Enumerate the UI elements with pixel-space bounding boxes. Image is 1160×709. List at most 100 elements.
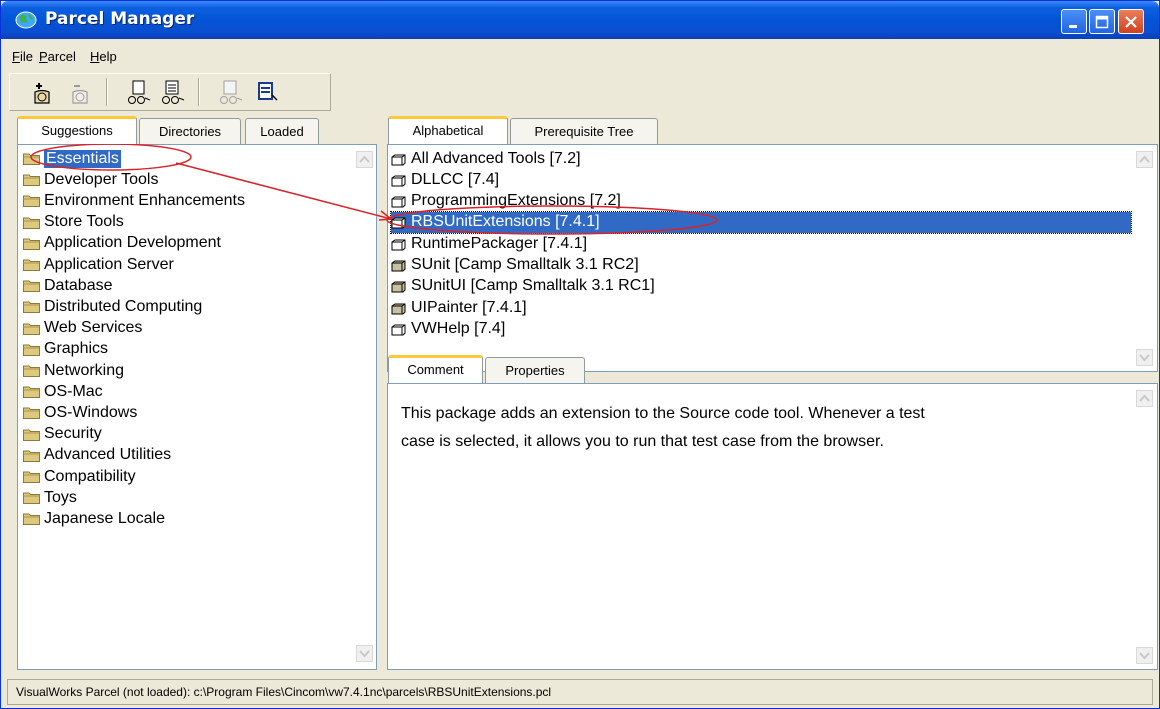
- parcel-icon: [391, 217, 406, 229]
- prerequisites-icon[interactable]: [216, 78, 246, 106]
- folder-icon: [23, 365, 40, 377]
- window-title: Parcel Manager: [45, 9, 195, 29]
- toolbar-separator: [106, 78, 108, 106]
- category-label: Distributed Computing: [44, 297, 203, 315]
- category-label: Graphics: [44, 340, 109, 358]
- load-parcel-icon[interactable]: [28, 78, 58, 106]
- menu-help[interactable]: Help: [90, 49, 117, 64]
- scroll-up-icon[interactable]: [356, 151, 373, 168]
- parcel-label: SUnitUI [Camp Smalltalk 3.1 RC1]: [411, 277, 655, 295]
- category-item[interactable]: Database: [23, 275, 113, 296]
- unload-parcel-icon[interactable]: [66, 78, 96, 106]
- comment-line: This package adds an extension to the So…: [401, 405, 925, 422]
- category-item[interactable]: Advanced Utilities: [23, 445, 171, 466]
- toolbar: [9, 73, 331, 111]
- category-label: Networking: [44, 361, 125, 379]
- category-label: Application Development: [44, 234, 221, 252]
- tab-comment[interactable]: Comment: [388, 355, 483, 383]
- parcel-item[interactable]: DLLCC [7.4]: [391, 169, 499, 190]
- status-bar: VisualWorks Parcel (not loaded): c:\Prog…: [7, 679, 1153, 705]
- browse-parcel-icon[interactable]: [158, 78, 188, 106]
- loaded-parcel-icon: [391, 281, 406, 293]
- category-item[interactable]: Application Development: [23, 233, 221, 254]
- parcel-item[interactable]: UIPainter [7.4.1]: [391, 297, 527, 318]
- tab-alphabetical[interactable]: Alphabetical: [388, 116, 508, 144]
- folder-icon: [23, 471, 40, 483]
- category-item[interactable]: OS-Windows: [23, 402, 137, 423]
- menu-parcel[interactable]: Parcel: [39, 49, 76, 64]
- parcel-list[interactable]: All Advanced Tools [7.2] DLLCC [7.4] Progr…: [387, 144, 1158, 372]
- maximize-button[interactable]: [1089, 9, 1115, 34]
- tab-loaded[interactable]: Loaded: [245, 118, 319, 144]
- category-item[interactable]: OS-Mac: [23, 381, 103, 402]
- parcel-icon: [391, 239, 406, 251]
- parcel-item[interactable]: All Advanced Tools [7.2]: [391, 148, 581, 169]
- category-label: Security: [44, 425, 102, 443]
- parcel-label: RBSUnitExtensions [7.4.1]: [411, 213, 600, 231]
- folder-icon: [23, 217, 40, 229]
- tab-directories[interactable]: Directories: [139, 118, 241, 144]
- parcel-icon: [391, 196, 406, 208]
- category-label: Environment Enhancements: [44, 191, 245, 209]
- toolbar-separator: [198, 78, 200, 106]
- parcel-label: UIPainter [7.4.1]: [411, 298, 527, 316]
- properties-icon[interactable]: [252, 78, 282, 106]
- maximize-icon: [1095, 15, 1109, 28]
- close-icon: [1125, 15, 1137, 28]
- category-label: OS-Mac: [44, 382, 103, 400]
- folder-icon: [23, 195, 40, 208]
- scroll-up-icon[interactable]: [1136, 390, 1153, 407]
- comment-panel[interactable]: This package adds an extension to the So…: [387, 383, 1158, 670]
- scroll-down-icon[interactable]: [1136, 349, 1153, 366]
- category-label: Toys: [44, 488, 77, 506]
- parcel-label: SUnit [Camp Smalltalk 3.1 RC2]: [411, 256, 639, 273]
- category-item[interactable]: Essentials: [23, 148, 121, 169]
- loaded-parcel-icon: [391, 303, 406, 315]
- folder-icon: [23, 238, 40, 250]
- parcel-label: All Advanced Tools [7.2]: [411, 149, 581, 167]
- scroll-up-icon[interactable]: [1136, 151, 1153, 168]
- parcel-item[interactable]: RBSUnitExtensions [7.4.1]: [390, 210, 1132, 234]
- parcel-item[interactable]: VWHelp [7.4]: [391, 318, 505, 339]
- category-item[interactable]: Toys: [23, 487, 77, 508]
- parcel-label: VWHelp [7.4]: [411, 319, 506, 337]
- category-item[interactable]: Networking: [23, 360, 124, 381]
- category-item[interactable]: Web Services: [23, 318, 142, 339]
- comment-text: This package adds an extension to the So…: [401, 400, 1121, 456]
- category-label: Advanced Utilities: [44, 446, 172, 464]
- category-label: Database: [44, 276, 113, 294]
- category-item[interactable]: Environment Enhancements: [23, 190, 245, 211]
- folder-icon: [23, 259, 40, 271]
- category-label: Japanese Locale: [44, 509, 165, 527]
- category-item[interactable]: Developer Tools: [23, 169, 158, 190]
- category-item[interactable]: Graphics: [23, 339, 108, 360]
- scroll-down-icon[interactable]: [1136, 647, 1153, 664]
- folder-icon: [23, 323, 40, 335]
- scroll-down-icon[interactable]: [356, 645, 373, 662]
- parcel-item[interactable]: SUnitUI [Camp Smalltalk 3.1 RC1]: [391, 276, 655, 297]
- close-button[interactable]: [1118, 9, 1144, 34]
- parcel-item[interactable]: SUnit [Camp Smalltalk 3.1 RC2]: [391, 255, 639, 276]
- category-item[interactable]: Japanese Locale: [23, 508, 165, 529]
- parcel-icon: [391, 324, 406, 336]
- category-list[interactable]: Essentials Developer Tools Environment Enh…: [17, 144, 377, 670]
- loaded-parcel-icon: [391, 260, 406, 272]
- category-label: Store Tools: [44, 213, 124, 231]
- category-item[interactable]: Compatibility: [23, 466, 136, 487]
- tab-prerequisite-tree[interactable]: Prerequisite Tree: [510, 118, 658, 144]
- folder-icon: [23, 301, 40, 314]
- title-bar[interactable]: Parcel Manager: [1, 1, 1159, 39]
- find-parcel-icon[interactable]: [124, 78, 154, 106]
- tab-properties[interactable]: Properties: [485, 357, 585, 383]
- tab-suggestions[interactable]: Suggestions: [17, 116, 137, 144]
- parcel-label: DLLCC [7.4]: [411, 170, 500, 188]
- parcel-item[interactable]: ProgrammingExtensions [7.2]: [391, 191, 621, 212]
- category-item[interactable]: Distributed Computing: [23, 296, 202, 317]
- menu-file[interactable]: File: [12, 49, 33, 64]
- category-item[interactable]: Security: [23, 424, 102, 445]
- parcel-item[interactable]: RuntimePackager [7.4.1]: [391, 233, 587, 254]
- category-item[interactable]: Application Server: [23, 254, 174, 275]
- category-item[interactable]: Store Tools: [23, 212, 124, 233]
- folder-icon: [23, 513, 40, 526]
- minimize-button[interactable]: [1061, 9, 1087, 34]
